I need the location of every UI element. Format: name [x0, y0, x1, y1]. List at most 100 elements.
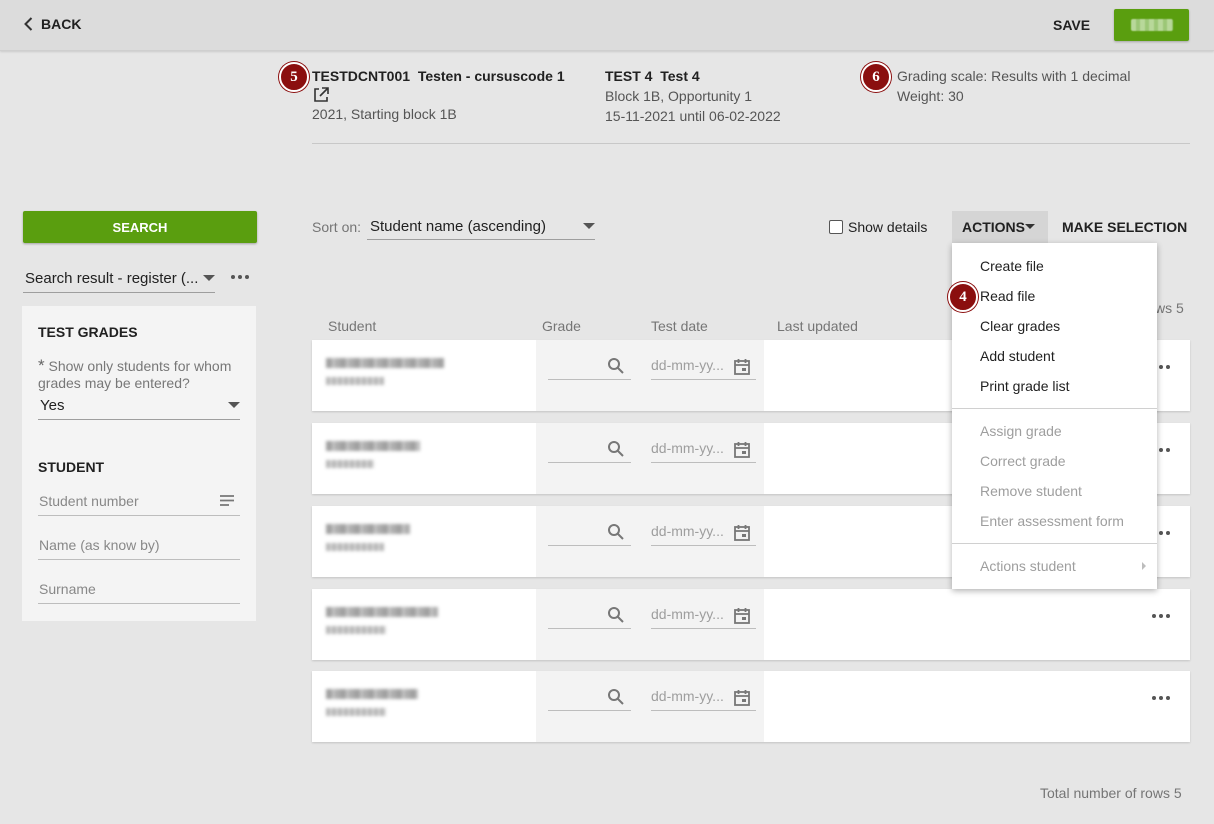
column-header-test-date[interactable]: Test date [651, 318, 708, 334]
rows-count: ws 5 [1155, 300, 1184, 316]
course-period: 2021, Starting block 1B [312, 106, 457, 122]
course-title: TESTDCNT001 Testen - cursuscode 1 [312, 68, 565, 84]
menu-divider [952, 408, 1157, 409]
actions-button[interactable]: ACTIONS [952, 211, 1048, 243]
grade-cell: dd-mm-yy... [536, 589, 764, 660]
caret-down-icon [228, 402, 240, 408]
menu-item-enter-assessment-form: Enter assessment form [980, 513, 1124, 529]
student-name-blurred [326, 607, 438, 617]
menu-item-read-file[interactable]: Read file [980, 288, 1035, 304]
test-block: Block 1B, Opportunity 1 [605, 88, 753, 104]
search-result-value: Search result - register (... [25, 270, 199, 287]
search-result-select[interactable]: Search result - register (... [23, 264, 215, 293]
calendar-icon[interactable] [734, 524, 750, 541]
test-info: TEST 4 Test 4 Block 1B, Opportunity 1 15… [605, 66, 781, 126]
menu-item-assign-grade: Assign grade [980, 423, 1062, 439]
menu-item-print-grade-list[interactable]: Print grade list [980, 378, 1069, 394]
search-icon[interactable] [607, 357, 625, 375]
more-options-icon[interactable] [231, 275, 249, 279]
calendar-icon[interactable] [734, 441, 750, 458]
back-label: BACK [41, 16, 82, 32]
total-rows: Total number of rows 5 [1040, 785, 1182, 801]
student-number-blurred [326, 543, 384, 551]
grade-cell: dd-mm-yy... [536, 423, 764, 494]
show-only-label: * Show only students for whom grades may… [38, 356, 232, 391]
sort-value: Student name (ascending) [370, 218, 546, 235]
test-date-input[interactable]: dd-mm-yy... [651, 520, 756, 546]
filter-panel: TEST GRADES * Show only students for who… [22, 306, 256, 621]
list-icon[interactable] [220, 495, 234, 506]
search-icon[interactable] [607, 606, 625, 624]
menu-item-create-file[interactable]: Create file [980, 258, 1044, 274]
test-grades-title: TEST GRADES [38, 324, 138, 340]
row-more-icon[interactable] [1152, 696, 1170, 700]
student-number-field[interactable]: Student number [38, 486, 240, 516]
sort-select[interactable]: Student name (ascending) [367, 211, 595, 240]
column-header-student[interactable]: Student [328, 318, 376, 334]
checkbox-icon[interactable] [829, 220, 843, 234]
test-dates: 15-11-2021 until 06-02-2022 [605, 108, 781, 124]
column-header-last-updated[interactable]: Last updated [777, 318, 858, 334]
menu-item-remove-student: Remove student [980, 483, 1082, 499]
test-date-input[interactable]: dd-mm-yy... [651, 603, 756, 629]
test-date-input[interactable]: dd-mm-yy... [651, 685, 756, 711]
grade-input[interactable] [548, 437, 631, 463]
back-button[interactable]: BACK [24, 16, 81, 32]
show-details-checkbox[interactable]: Show details [829, 219, 927, 235]
menu-divider [952, 543, 1157, 544]
menu-item-actions-student: Actions student [980, 558, 1076, 574]
student-title: STUDENT [38, 459, 105, 475]
external-link-icon[interactable] [312, 86, 565, 104]
grade-input[interactable] [548, 685, 631, 711]
calendar-icon[interactable] [734, 689, 750, 706]
student-number-blurred [326, 460, 374, 468]
grade-input[interactable] [548, 603, 631, 629]
student-number-blurred [326, 626, 386, 634]
grade-cell: dd-mm-yy... [536, 506, 764, 577]
actions-label: ACTIONS [962, 219, 1025, 235]
search-icon[interactable] [607, 440, 625, 458]
actions-menu: Create file Read file Clear grades Add s… [952, 243, 1157, 589]
student-name-blurred [326, 689, 418, 699]
calendar-icon[interactable] [734, 607, 750, 624]
chevron-left-icon [24, 17, 33, 31]
student-name-blurred [326, 358, 444, 368]
calendar-icon[interactable] [734, 358, 750, 375]
student-number-blurred [326, 377, 384, 385]
test-date-input[interactable]: dd-mm-yy... [651, 437, 756, 463]
table-row[interactable]: dd-mm-yy... [312, 671, 1190, 742]
column-header-grade[interactable]: Grade [542, 318, 581, 334]
search-icon[interactable] [607, 688, 625, 706]
student-number-blurred [326, 708, 386, 716]
header-divider [312, 143, 1190, 144]
caret-down-icon [1025, 224, 1035, 229]
primary-action-button[interactable] [1114, 9, 1189, 41]
grade-input[interactable] [548, 354, 631, 380]
weight: Weight: 30 [897, 88, 964, 104]
student-name-blurred [326, 441, 420, 451]
name-field[interactable]: Name (as know by) [38, 530, 240, 560]
save-button[interactable]: SAVE [1053, 17, 1090, 33]
caret-down-icon [203, 275, 215, 281]
top-bar: BACK SAVE [0, 0, 1214, 51]
table-row[interactable]: dd-mm-yy... [312, 589, 1190, 660]
make-selection-button[interactable]: MAKE SELECTION [1062, 219, 1187, 235]
grade-cell: dd-mm-yy... [536, 671, 764, 742]
menu-item-correct-grade: Correct grade [980, 453, 1066, 469]
show-only-select[interactable]: Yes [38, 392, 240, 420]
sort-label: Sort on: [312, 219, 362, 235]
show-details-label: Show details [848, 219, 928, 235]
menu-item-clear-grades[interactable]: Clear grades [980, 318, 1060, 334]
test-title: TEST 4 Test 4 [605, 68, 700, 84]
search-icon[interactable] [607, 523, 625, 541]
grade-cell: dd-mm-yy... [536, 340, 764, 411]
search-button[interactable]: SEARCH [23, 211, 257, 243]
grade-input[interactable] [548, 520, 631, 546]
grading-info: Grading scale: Results with 1 decimal We… [897, 66, 1130, 106]
menu-item-add-student[interactable]: Add student [980, 348, 1055, 364]
row-more-icon[interactable] [1152, 614, 1170, 618]
annotation-badge-5: 5 [279, 62, 309, 92]
surname-field[interactable]: Surname [38, 574, 240, 604]
test-date-input[interactable]: dd-mm-yy... [651, 354, 756, 380]
submenu-arrow-icon [1142, 562, 1146, 570]
